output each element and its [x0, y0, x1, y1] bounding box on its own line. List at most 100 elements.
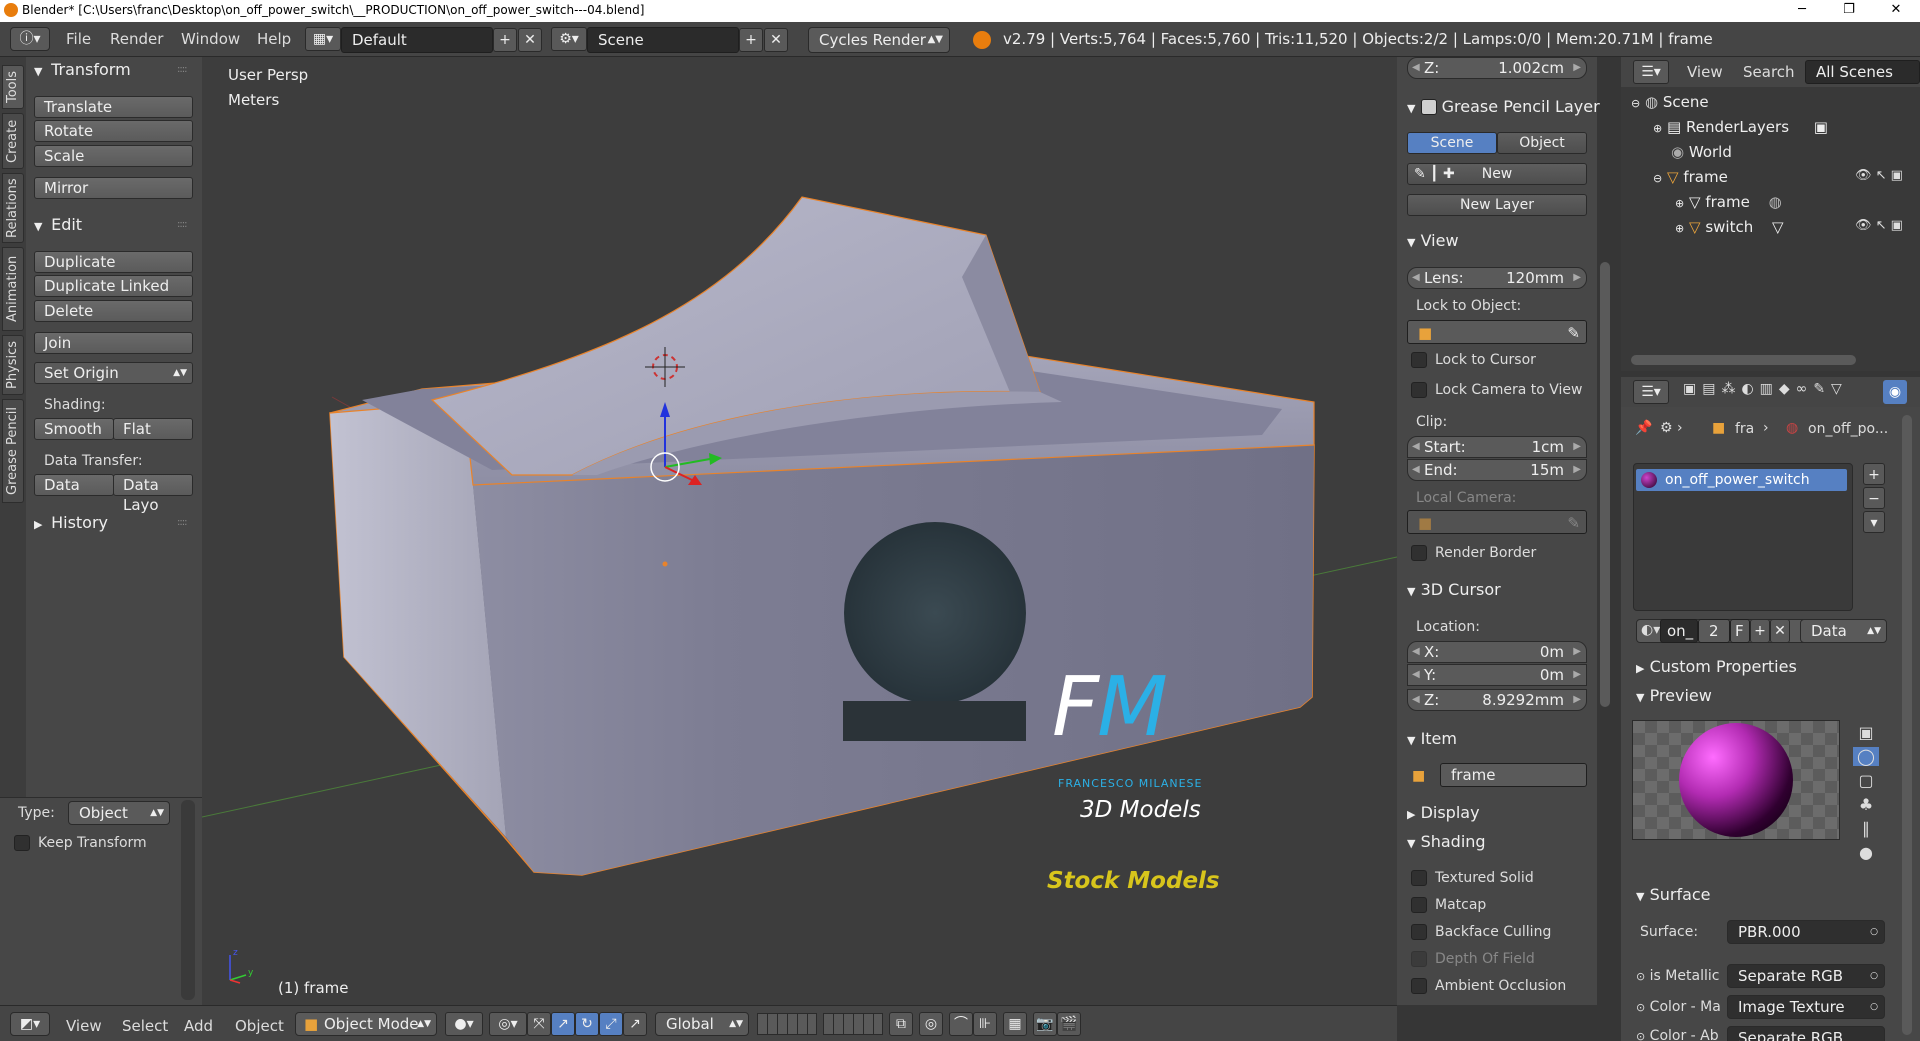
- render-animation-icon[interactable]: 🎬: [1057, 1012, 1081, 1036]
- outliner-view-menu[interactable]: View: [1687, 63, 1723, 81]
- gp-new-layer-button[interactable]: New Layer: [1407, 194, 1587, 216]
- menu-render[interactable]: Render: [110, 30, 163, 48]
- remove-slot-icon[interactable]: −: [1863, 487, 1885, 509]
- world-tree-item[interactable]: ◉ World: [1671, 143, 1732, 161]
- mirror-button[interactable]: Mirror: [34, 177, 193, 199]
- editor-type-info-icon[interactable]: ⓘ▾: [10, 27, 50, 51]
- material-browse-icon[interactable]: ◐▾: [1641, 622, 1660, 638]
- menu-file[interactable]: File: [66, 30, 91, 48]
- add-layout-icon[interactable]: +: [493, 28, 517, 52]
- smooth-button[interactable]: Smooth: [34, 418, 114, 440]
- duplicate-linked-button[interactable]: Duplicate Linked: [34, 275, 193, 297]
- eyedropper-icon[interactable]: ✎: [1567, 321, 1580, 345]
- scale-manipulator-icon[interactable]: ⤢: [599, 1012, 623, 1036]
- display-panel-header[interactable]: ▶ Display: [1407, 803, 1480, 822]
- render-engine-select[interactable]: Cycles Render ▲▼: [808, 27, 950, 53]
- tab-physics[interactable]: Physics: [2, 335, 24, 395]
- expand-socket-icon[interactable]: ⊙: [1636, 970, 1645, 983]
- snap-element-icon[interactable]: ⊪: [973, 1012, 997, 1036]
- type-select[interactable]: Object ▲▼: [68, 801, 170, 825]
- menu-help[interactable]: Help: [257, 30, 291, 48]
- color-ab-label[interactable]: ⊙ Color - Ab: [1636, 1028, 1719, 1041]
- snap-target-icon[interactable]: ▦: [1003, 1012, 1027, 1036]
- ambient-occlusion-checkbox[interactable]: [1411, 978, 1427, 994]
- cursor-x-field[interactable]: ◀ X: 0m ▶: [1407, 641, 1587, 663]
- pin-icon[interactable]: 📌: [1635, 420, 1652, 436]
- shading-panel-header[interactable]: ▼ Shading: [1407, 832, 1486, 851]
- modifier-icon[interactable]: ▽: [1772, 218, 1784, 236]
- scene-tree-item[interactable]: ⊖ ◍ Scene: [1631, 93, 1709, 111]
- manipulator-toggle-icon[interactable]: ⤧: [527, 1012, 551, 1036]
- outliner-editor-type-icon[interactable]: ☰▾: [1633, 60, 1669, 84]
- material-icon[interactable]: ◍: [1769, 193, 1782, 211]
- depth-of-field-checkbox[interactable]: [1411, 951, 1427, 967]
- screen-layout-field[interactable]: Default: [341, 27, 493, 53]
- outliner-display-mode-select[interactable]: All Scenes: [1805, 60, 1920, 84]
- textured-solid-checkbox[interactable]: [1411, 870, 1427, 886]
- local-camera-field[interactable]: ■ ✎: [1407, 510, 1587, 534]
- scale-button[interactable]: Scale: [34, 145, 193, 167]
- translate-button[interactable]: Translate: [34, 96, 193, 118]
- scene-selector-icon[interactable]: ⚙▾: [551, 27, 587, 51]
- screen-layout-icon[interactable]: ▦▾: [305, 27, 341, 51]
- editor-type-3d-icon[interactable]: ◩▾: [10, 1012, 50, 1036]
- is-metallic-label[interactable]: ⊙ is Metallic: [1636, 968, 1719, 984]
- material-link-select[interactable]: Data ▲▼: [1800, 619, 1887, 643]
- menu-view[interactable]: View: [66, 1017, 102, 1035]
- maximize-button[interactable]: ❐: [1826, 0, 1872, 22]
- edit-panel-header[interactable]: ▼ Edit: [34, 215, 82, 234]
- material-name-field[interactable]: on_: [1660, 619, 1698, 643]
- rotate-manipulator-icon[interactable]: ↻: [575, 1012, 599, 1036]
- minimize-button[interactable]: ─: [1779, 0, 1825, 22]
- renderlayers-tree-item[interactable]: ⊕ ▤ RenderLayers ▣: [1653, 118, 1828, 136]
- render-border-checkbox[interactable]: [1411, 545, 1427, 561]
- menu-object[interactable]: Object: [235, 1017, 284, 1035]
- gp-new-button[interactable]: ✎ ┃ ✚ New: [1407, 163, 1587, 185]
- snap-toggle-icon[interactable]: ⌒: [949, 1012, 973, 1036]
- menu-select[interactable]: Select: [122, 1017, 168, 1035]
- panel-grip-icon[interactable]: ::::: [177, 64, 188, 75]
- tab-animation[interactable]: Animation: [2, 247, 24, 331]
- flat-button[interactable]: Flat: [113, 418, 193, 440]
- fake-user-toggle[interactable]: F: [1730, 619, 1750, 643]
- pivot-point-icon[interactable]: ◎▾: [489, 1012, 527, 1036]
- translate-manipulator-icon[interactable]: ↗: [551, 1012, 575, 1036]
- expand-socket-icon[interactable]: ⊙: [1636, 1001, 1645, 1014]
- view-panel-header[interactable]: ▼ View: [1407, 231, 1459, 250]
- properties-editor-type-icon[interactable]: ☰▾: [1633, 380, 1669, 404]
- z-top-field[interactable]: ◀ Z: 1.002cm ▶: [1407, 57, 1587, 79]
- tab-create[interactable]: Create: [2, 113, 24, 169]
- proportional-editing-icon[interactable]: ◎: [919, 1012, 943, 1036]
- remove-scene-icon[interactable]: ✕: [764, 28, 788, 52]
- render-still-icon[interactable]: 📷: [1033, 1012, 1057, 1036]
- lock-to-cursor-checkbox[interactable]: [1411, 352, 1427, 368]
- layers-grid-2[interactable]: [823, 1013, 883, 1035]
- keep-transform-checkbox[interactable]: [14, 835, 30, 851]
- gp-object-button[interactable]: Object: [1497, 132, 1587, 154]
- panel-grip-icon[interactable]: ::::: [177, 219, 188, 230]
- manipulator-extra-icon[interactable]: ↗: [623, 1012, 647, 1036]
- properties-context-tabs[interactable]: ▣▤⁂◐▥◆∞✎▽: [1683, 381, 1848, 397]
- delete-button[interactable]: Delete: [34, 300, 193, 322]
- eyedropper-icon[interactable]: ✎: [1567, 511, 1580, 535]
- cursor-y-field[interactable]: ◀ Y: 0m ▶: [1407, 664, 1587, 686]
- data-transfer-button[interactable]: Data: [34, 474, 114, 496]
- render-layer-icon[interactable]: ▣: [1814, 118, 1828, 136]
- material-users-count[interactable]: 2: [1698, 619, 1730, 643]
- duplicate-button[interactable]: Duplicate: [34, 251, 193, 273]
- lock-camera-checkbox[interactable]: [1411, 382, 1427, 398]
- sidebar-scrollbar[interactable]: [1600, 262, 1610, 707]
- interaction-mode-select[interactable]: ■ Object Mode ▲▼: [295, 1012, 437, 1036]
- preview-type-icons[interactable]: ▣ ◯ ▢ ♣ ∥ ●: [1852, 721, 1880, 862]
- custom-properties-header[interactable]: ▶ Custom Properties: [1636, 657, 1797, 676]
- item-panel-header[interactable]: ▼ Item: [1407, 729, 1457, 748]
- tab-tools[interactable]: Tools: [2, 65, 24, 109]
- layers-grid-1[interactable]: [757, 1013, 817, 1035]
- tab-grease-pencil[interactable]: Grease Pencil: [2, 399, 24, 503]
- close-button[interactable]: ✕: [1873, 0, 1919, 22]
- backface-culling-checkbox[interactable]: [1411, 924, 1427, 940]
- 3d-cursor-panel-header[interactable]: ▼ 3D Cursor: [1407, 580, 1501, 599]
- new-material-icon[interactable]: +: [1750, 619, 1770, 643]
- menu-window[interactable]: Window: [181, 30, 240, 48]
- add-scene-icon[interactable]: +: [739, 28, 763, 52]
